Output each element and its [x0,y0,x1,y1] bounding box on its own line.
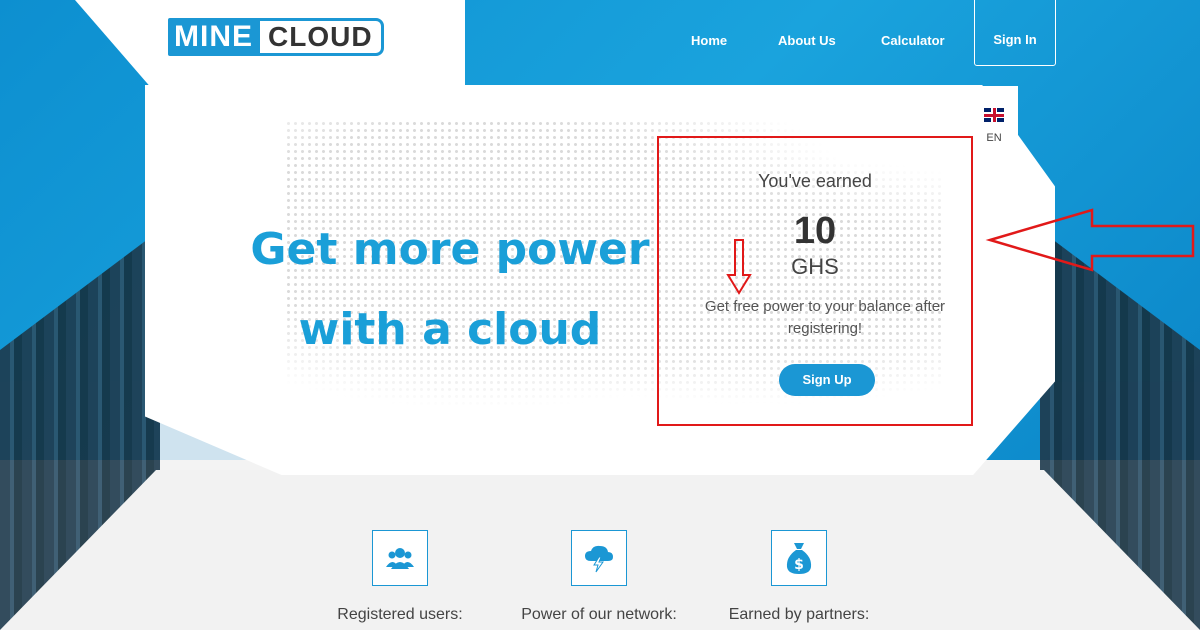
logo-mine-text: MINE [168,18,259,56]
hero-headline-line2: with a cloud [298,304,602,355]
stat-label: Power of our network: [521,606,677,623]
svg-text:$: $ [794,557,804,573]
hero-headline: Get more power with a cloud [240,210,660,370]
money-bag-icon: $ [771,530,827,586]
nav-calculator[interactable]: Calculator [881,33,945,48]
stat-registered-users: Registered users: [300,530,500,624]
logo-cloud-text: CLOUD [257,18,384,56]
uk-flag-icon [984,108,1004,122]
cloud-lightning-icon [571,530,627,586]
earn-unit: GHS [791,254,839,279]
nav-about-us[interactable]: About Us [778,33,836,48]
stat-network-power: Power of our network: [499,530,699,624]
earn-title: You've earned [758,171,872,191]
hero-headline-line1: Get more power [250,224,650,275]
stat-partners-earned: $ Earned by partners: [699,530,899,624]
earn-value: 10 [793,210,837,252]
earn-description: Get free power to your balance after reg… [704,298,946,337]
sign-up-button[interactable]: Sign Up [779,364,875,396]
sign-in-button[interactable]: Sign In [974,0,1056,66]
stat-label: Registered users: [337,606,463,623]
minecloud-logo[interactable]: MINE CLOUD [168,10,384,64]
language-selector[interactable]: EN [970,86,1018,162]
earn-panel: You've earned 10 GHS Get free power to y… [657,136,973,426]
nav-home[interactable]: Home [691,33,727,48]
users-icon [372,530,428,586]
language-code: EN [986,132,1002,144]
stat-label: Earned by partners: [728,606,870,623]
